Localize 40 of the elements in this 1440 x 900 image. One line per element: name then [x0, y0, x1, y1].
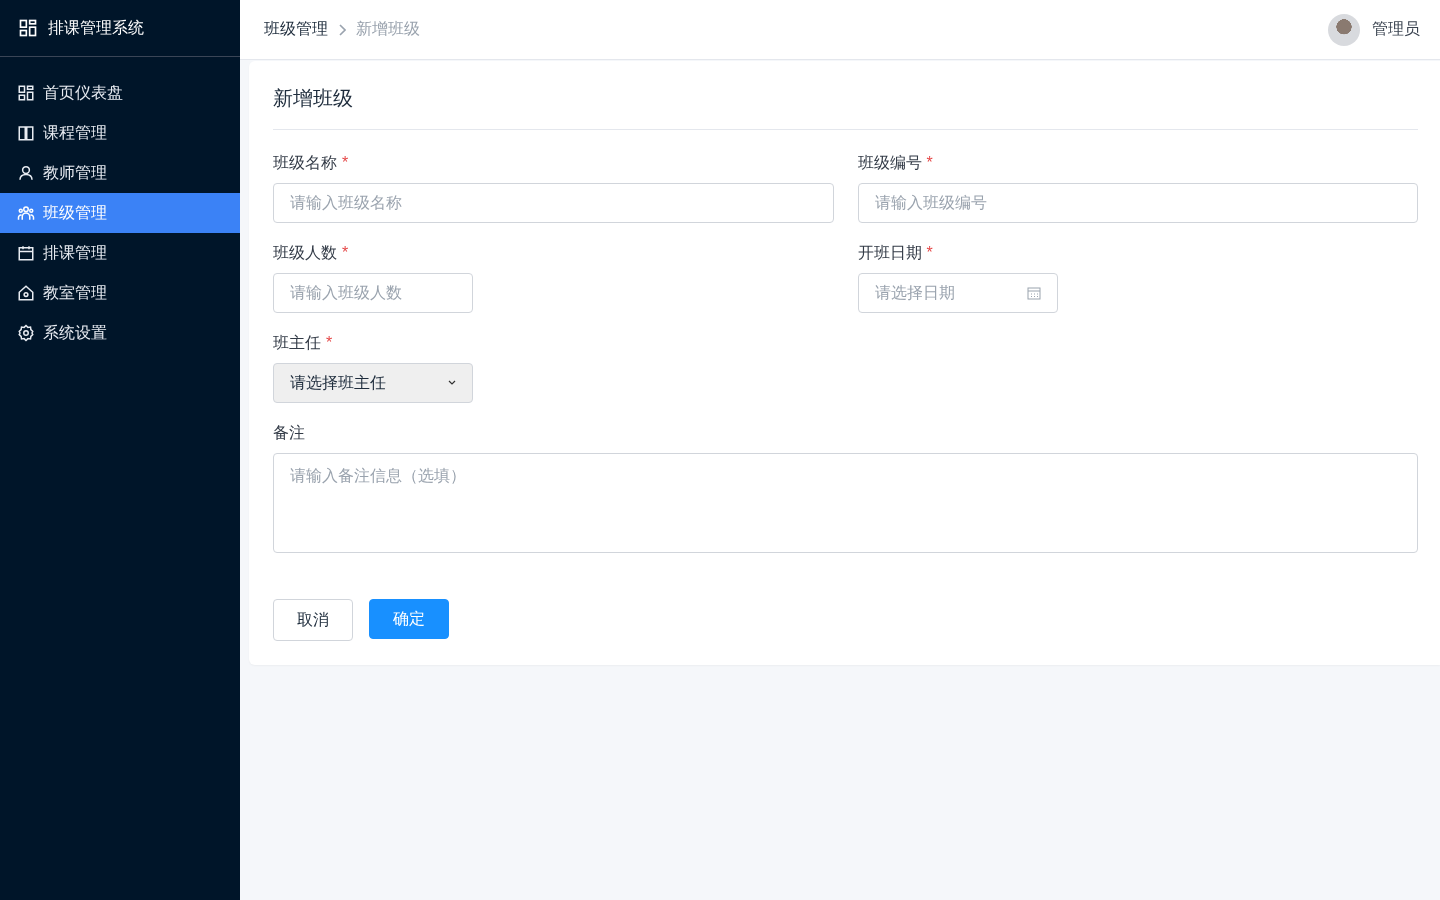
required-mark: *: [342, 244, 349, 261]
cancel-button[interactable]: 取消: [273, 599, 353, 641]
breadcrumb-current: 新增班级: [356, 19, 420, 39]
input-field[interactable]: 请输入班级名称: [273, 183, 834, 223]
user-avatar[interactable]: [1328, 13, 1360, 46]
sidebar-item[interactable]: 首页仪表盘: [0, 73, 240, 113]
required-mark: *: [326, 334, 333, 351]
app-logo-icon: [18, 18, 38, 38]
settings-icon: [17, 324, 35, 342]
sidebar-item[interactable]: 教师管理: [0, 153, 240, 193]
required-mark: *: [926, 154, 933, 171]
field-label: 班级名称: [273, 154, 337, 171]
caret-icon: [448, 380, 456, 386]
select-field[interactable]: 请选择班主任: [273, 363, 473, 403]
page-title: 新增班级: [273, 85, 1418, 130]
sidebar-item[interactable]: 班级管理: [0, 193, 240, 233]
book-icon: [17, 124, 35, 142]
input-field[interactable]: 请输入班级编号: [857, 183, 1418, 223]
sidebar-item[interactable]: 排课管理: [0, 233, 240, 273]
sidebar-item[interactable]: 教室管理: [0, 273, 240, 313]
breadcrumb-link[interactable]: 班级管理: [264, 19, 328, 40]
group-icon: [17, 204, 35, 222]
sidebar-item[interactable]: 系统设置: [0, 313, 240, 353]
required-mark: *: [926, 244, 933, 261]
textarea-field[interactable]: 请输入备注信息（选填）: [273, 453, 1418, 553]
user-name: 管理员: [1372, 19, 1420, 39]
house-icon: [17, 284, 35, 302]
chevron-right-icon: [338, 23, 346, 36]
field-label: 班级人数: [273, 244, 337, 261]
input-field[interactable]: 请输入班级人数: [273, 273, 473, 313]
field-label: 备注: [273, 424, 305, 441]
field-label: 班级编号: [857, 154, 922, 171]
field-label: 开班日期: [857, 244, 922, 261]
calendar-icon: [17, 244, 35, 262]
sidebar-item[interactable]: 课程管理: [0, 113, 240, 153]
required-mark: *: [342, 154, 349, 171]
person-icon: [17, 164, 35, 182]
dashboard-icon: [17, 84, 35, 102]
app-title: 排课管理系统: [48, 17, 144, 38]
field-label: 班主任: [273, 334, 321, 351]
